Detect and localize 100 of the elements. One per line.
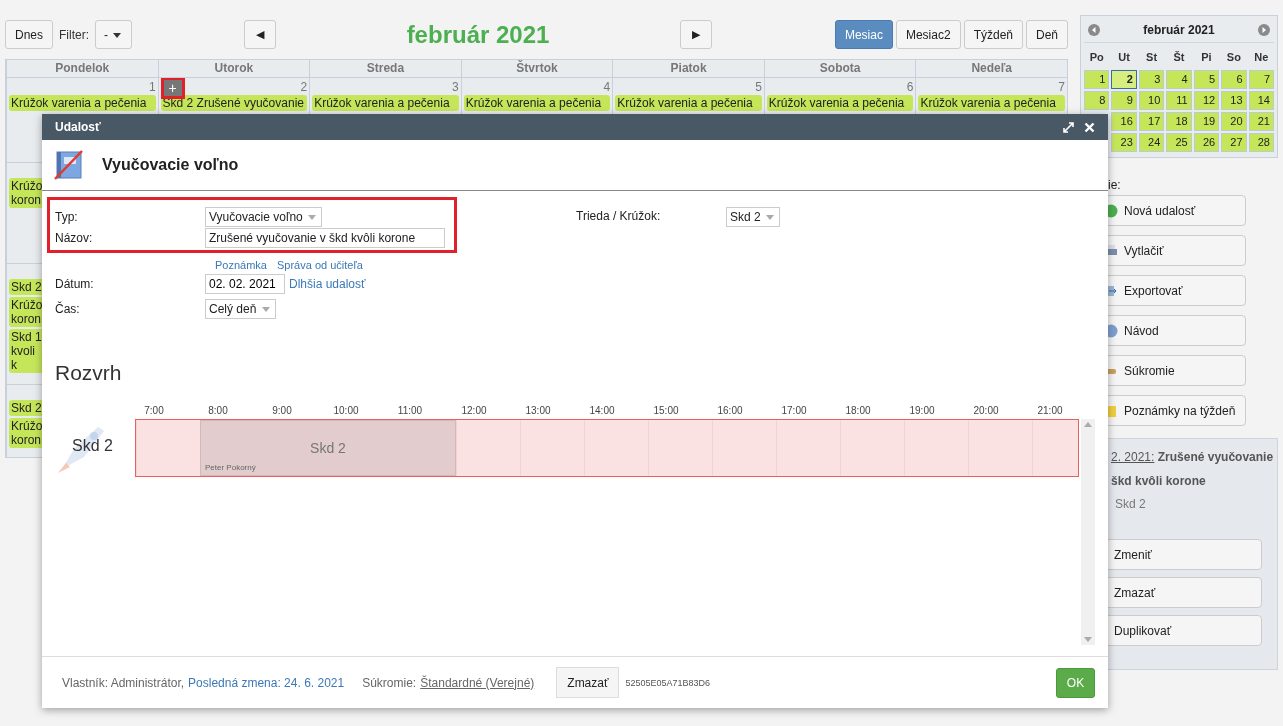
previous-month-icon[interactable] (1088, 24, 1100, 36)
next-button[interactable]: ▶ (680, 20, 712, 49)
event-chip[interactable]: Krúžok varenia a pečenia (463, 95, 611, 111)
view-tab[interactable]: Mesiac (834, 20, 893, 49)
day-number: 4 (603, 79, 611, 94)
today-button[interactable]: Dnes (5, 20, 53, 49)
scroll-up-icon[interactable] (1084, 422, 1092, 427)
event-title: škd kvôli korone (1111, 474, 1207, 488)
mini-calendar-day[interactable]: 12 (1193, 91, 1220, 110)
mini-calendar-day[interactable]: 8 (1084, 91, 1110, 110)
hour-label: 19:00 (908, 405, 936, 418)
day-number: 5 (755, 79, 762, 94)
name-label: Názov: (55, 230, 94, 245)
scrollbar[interactable] (1081, 419, 1095, 645)
hour-label: 16:00 (716, 405, 744, 418)
view-tab[interactable]: Týždeň (963, 20, 1023, 49)
event-chip[interactable]: Krúžo koron (9, 178, 45, 208)
weekday-header: Sobota (763, 60, 916, 77)
view-tab[interactable]: Deň (1026, 20, 1068, 49)
caret-icon (308, 214, 317, 220)
mini-calendar-day[interactable]: 5 (1193, 70, 1220, 89)
actions-label: ie: (1108, 178, 1122, 192)
name-input[interactable]: Zrušené vyučovanie v škd kvôli korone (205, 227, 445, 248)
mini-calendar-day[interactable]: 2 (1111, 70, 1137, 89)
filter-select[interactable]: - (95, 20, 133, 49)
schedule-row-label: Skd 2 (72, 437, 113, 455)
weekday-header: Pondelok (6, 60, 158, 77)
longer-event-link[interactable]: Dlhšia udalosť (289, 276, 366, 291)
weekday-label: Pi (1200, 50, 1213, 65)
day-number: 6 (906, 79, 914, 94)
previous-button[interactable]: ◀ (244, 20, 276, 49)
hour-label: 20:00 (972, 405, 1000, 418)
weekday-header: Streda (309, 60, 461, 77)
mini-calendar-day[interactable]: 3 (1138, 70, 1165, 89)
event-chip[interactable]: Skd 1 kvoli k (9, 329, 45, 373)
caret-icon (261, 306, 270, 312)
mini-calendar-day[interactable]: 27 (1221, 133, 1247, 152)
scroll-down-icon[interactable] (1084, 637, 1092, 642)
time-label: Čas: (55, 301, 81, 316)
hour-label: 13:00 (524, 405, 552, 418)
mini-calendar-day[interactable]: 21 (1248, 112, 1274, 131)
type-select[interactable]: Vyučovacie voľno (205, 206, 323, 227)
hour-label: 15:00 (652, 405, 680, 418)
add-event-button[interactable]: + (160, 78, 185, 99)
mini-calendar-day[interactable]: 9 (1111, 91, 1137, 110)
delete-button[interactable]: Zmazať (556, 667, 620, 698)
event-date-link[interactable]: 2. 2021: (1111, 450, 1155, 464)
mini-calendar-day[interactable]: 20 (1221, 112, 1247, 131)
close-icon[interactable] (1084, 121, 1095, 133)
weekday-header: Utorok (157, 60, 310, 77)
weekday-header: Štvrtok (460, 60, 613, 77)
event-chip[interactable]: Krúžok varenia a pečenia (918, 95, 1065, 111)
event-chip[interactable]: Krúžok varenia a pečenia (312, 95, 459, 111)
event-chip[interactable]: Krúžo koron (9, 418, 45, 448)
view-tab[interactable]: Mesiac2 (895, 20, 961, 49)
mini-calendar-day[interactable]: 28 (1248, 133, 1274, 152)
last-change-link[interactable]: Posledná zmena: 24. 6. 2021 (188, 675, 345, 690)
next-month-icon[interactable] (1258, 24, 1270, 36)
mini-calendar-day[interactable]: 11 (1166, 91, 1192, 110)
schedule-block[interactable]: Skd 2 Peter Pokorný (200, 420, 456, 476)
event-chip[interactable]: Skd 2 (9, 400, 45, 416)
mini-calendar-day[interactable]: 18 (1166, 112, 1192, 131)
filter-label: Filter: (59, 27, 89, 42)
event-group: Skd 2 (1111, 497, 1277, 511)
hour-label: 14:00 (588, 405, 616, 418)
day-number: 3 (452, 79, 459, 94)
mini-calendar-day[interactable]: 14 (1248, 91, 1274, 110)
mini-calendar-day[interactable]: 24 (1138, 133, 1165, 152)
mini-calendar-day[interactable]: 23 (1111, 133, 1137, 152)
event-chip[interactable]: Krúžok varenia a pečenia (9, 95, 156, 111)
mini-calendar-day[interactable]: 16 (1111, 112, 1137, 131)
mini-calendar-day[interactable]: 6 (1221, 70, 1247, 89)
class-select[interactable]: Skd 2 (726, 207, 781, 227)
owner-text: Vlastník: Administrátor, (62, 675, 185, 690)
mini-calendar-day[interactable]: 13 (1221, 91, 1247, 110)
mini-calendar-day[interactable]: 17 (1138, 112, 1165, 131)
event-chip[interactable]: Krúžok varenia a pečenia (615, 95, 762, 111)
day-number: 7 (1058, 79, 1065, 94)
privacy-link[interactable]: Štandardné (Verejné) (420, 675, 535, 690)
form-link[interactable]: Správa od učiteľa (277, 259, 363, 271)
mini-calendar-day[interactable]: 25 (1166, 133, 1192, 152)
mini-calendar-day[interactable]: 10 (1138, 91, 1165, 110)
mini-calendar-day[interactable]: 7 (1248, 70, 1274, 89)
month-title: február 2021 (406, 20, 550, 48)
date-input[interactable]: 02. 02. 2021 (205, 273, 285, 294)
event-chip[interactable]: Krúžo koron (9, 297, 45, 327)
mini-calendar-day[interactable]: 4 (1166, 70, 1192, 89)
event-id: 52505E05A71B83D6 (625, 677, 711, 688)
event-chip[interactable]: Krúžok varenia a pečenia (766, 95, 914, 111)
mini-calendar-day[interactable]: 26 (1193, 133, 1220, 152)
event-chip[interactable]: Skd 2 (9, 279, 45, 295)
dialog-heading: Vyučovacie voľno (102, 156, 239, 174)
time-select[interactable]: Celý deň (205, 298, 276, 319)
hour-label: 17:00 (780, 405, 808, 418)
mini-calendar-day[interactable]: 19 (1193, 112, 1220, 131)
day-number: 1 (148, 79, 156, 94)
hour-label: 21:00 (1036, 405, 1064, 418)
form-link[interactable]: Poznámka (215, 259, 267, 271)
expand-icon[interactable] (1063, 121, 1074, 133)
mini-calendar-day[interactable]: 1 (1084, 70, 1110, 89)
